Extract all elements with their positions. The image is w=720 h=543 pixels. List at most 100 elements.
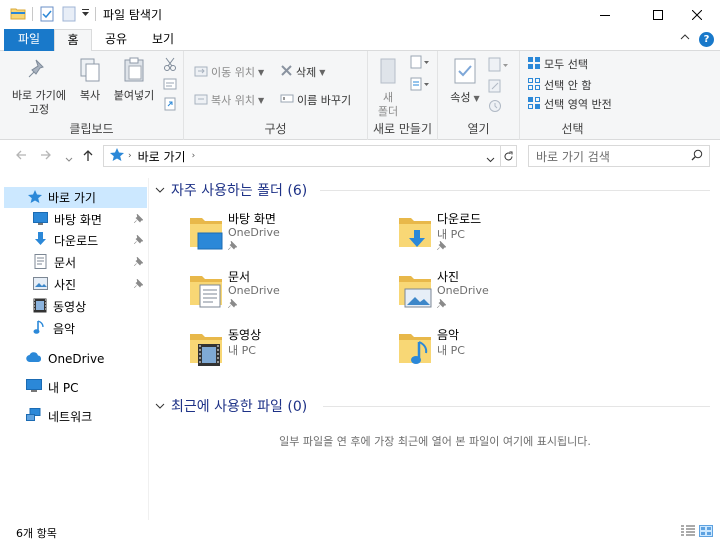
help-icon[interactable]: ? (699, 32, 714, 47)
rename-button[interactable]: 이름 바꾸기 (280, 91, 351, 109)
copy-button[interactable]: 복사 (75, 57, 105, 103)
folder-tile-pictures[interactable]: 사진 OneDrive (397, 268, 597, 316)
open-icon[interactable] (488, 57, 510, 76)
forward-arrow-icon[interactable] (40, 149, 52, 165)
pictures-folder-icon (397, 270, 433, 311)
new-folder-button[interactable]: 새 폴더 (374, 57, 402, 119)
delete-icon (280, 64, 293, 80)
folder-tile-music[interactable]: 음악 내 PC (397, 326, 597, 374)
organize-group: 이동 위치 ▼ 복사 위치 ▼ 삭제 ▼ 이름 바꾸기 구성 (184, 51, 368, 140)
back-arrow-icon[interactable] (15, 149, 27, 165)
pin-icon (227, 298, 238, 311)
documents-folder-icon (188, 270, 224, 311)
edit-icon[interactable] (488, 79, 502, 96)
onedrive-cloud-icon (26, 351, 42, 366)
search-input[interactable]: 바로 가기 검색 (528, 145, 710, 167)
copy-to-button[interactable]: 복사 위치 ▼ (194, 91, 264, 109)
new-folder-quick-icon[interactable] (62, 6, 76, 22)
rename-icon (280, 92, 294, 108)
delete-label: 삭제 (296, 66, 317, 79)
select-all-icon (527, 56, 541, 73)
select-none-button[interactable]: 선택 안 함 (527, 76, 591, 94)
quick-access-star-icon (28, 189, 42, 206)
nav-item-downloads[interactable]: 다운로드 (4, 230, 147, 251)
close-button[interactable] (674, 0, 720, 29)
paste-shortcut-icon[interactable] (163, 97, 177, 114)
pictures-icon (33, 276, 48, 293)
nav-item-network[interactable]: 네트워크 (4, 406, 147, 427)
documents-icon (33, 253, 48, 272)
rename-label: 이름 바꾸기 (297, 94, 352, 107)
move-to-button[interactable]: 이동 위치 ▼ (194, 63, 264, 81)
select-group-label: 선택 (561, 122, 584, 136)
nav-item-pictures[interactable]: 사진 (4, 274, 147, 295)
folder-app-icon (10, 6, 26, 20)
search-icon (691, 149, 703, 164)
paste-button[interactable]: 붙여넣기 (110, 57, 158, 103)
status-bar: 6개 항목 (0, 520, 720, 543)
folder-tile-desktop[interactable]: 바탕 화면 OneDrive (188, 210, 388, 258)
nav-item-documents[interactable]: 문서 (4, 252, 147, 273)
properties-quick-icon[interactable] (40, 6, 54, 22)
folder-location: OneDrive (228, 226, 280, 239)
desktop-icon (33, 211, 48, 228)
network-icon (26, 408, 42, 425)
title-bar: 파일 탐색기 (0, 0, 720, 29)
nav-item-music[interactable]: 음악 (4, 318, 147, 339)
details-view-icon[interactable] (681, 525, 695, 537)
tab-file[interactable]: 파일 (4, 29, 54, 51)
copy-to-icon (194, 92, 208, 109)
history-icon[interactable] (488, 99, 502, 116)
pin-to-quick-access-button[interactable]: 바로 가기에 고정 (6, 57, 72, 117)
select-all-button[interactable]: 모두 선택 (527, 55, 588, 73)
file-explorer-window: 파일 탐색기 파일 홈 공유 보기 ? 바로 가기에 고정 복사 붙여넣기 클립… (0, 0, 720, 543)
folder-name: 동영상 (228, 328, 262, 342)
close-icon (692, 9, 702, 20)
address-bar[interactable]: › 바로 가기 › (103, 145, 501, 167)
nav-item-desktop[interactable]: 바탕 화면 (4, 209, 147, 230)
nav-item-videos[interactable]: 동영상 (4, 296, 147, 317)
up-arrow-icon[interactable] (82, 149, 94, 166)
music-note-icon (33, 319, 47, 338)
large-icons-view-icon[interactable] (699, 525, 713, 537)
folder-name: 문서 (228, 270, 251, 284)
tab-share[interactable]: 공유 (96, 29, 136, 51)
pin-icon (133, 213, 144, 226)
recent-files-header[interactable]: 최근에 사용한 파일 (0) (155, 396, 710, 416)
cut-icon[interactable] (163, 57, 177, 74)
refresh-button[interactable] (501, 145, 517, 167)
tab-home[interactable]: 홈 (54, 29, 92, 52)
nav-item-onedrive[interactable]: OneDrive (4, 348, 147, 369)
breadcrumb-root[interactable]: 바로 가기 (138, 148, 186, 165)
new-item-icon[interactable] (410, 55, 430, 72)
section-title: 자주 사용하는 폴더 (6) (171, 183, 308, 199)
section-divider (323, 406, 710, 407)
open-group: 속성 ▼ 열기 (438, 51, 520, 140)
frequent-folders-header[interactable]: 자주 사용하는 폴더 (6) (155, 180, 710, 200)
section-title: 최근에 사용한 파일 (0) (171, 399, 308, 415)
tab-view[interactable]: 보기 (143, 29, 183, 51)
desktop-folder-icon (188, 212, 224, 253)
minimize-button[interactable] (582, 0, 628, 29)
downloads-folder-icon (397, 212, 433, 253)
select-none-icon (527, 77, 541, 94)
folder-tile-videos[interactable]: 동영상 내 PC (188, 326, 388, 374)
invert-selection-button[interactable]: 선택 영역 반전 (527, 95, 612, 113)
delete-button[interactable]: 삭제 ▼ (280, 63, 325, 81)
properties-button[interactable]: 속성 ▼ (448, 57, 482, 106)
copy-path-icon[interactable] (163, 77, 177, 94)
chevron-down-icon (155, 400, 165, 413)
folder-tile-documents[interactable]: 문서 OneDrive (188, 268, 388, 316)
nav-item-label: 바로 가기 (48, 191, 96, 205)
nav-item-quick-access[interactable]: 바로 가기 (4, 187, 147, 208)
quick-access-toolbar-dropdown-icon[interactable] (81, 9, 90, 18)
nav-item-this-pc[interactable]: 내 PC (4, 377, 147, 398)
new-folder-label-line1: 새 (382, 91, 394, 104)
recent-locations-icon[interactable] (65, 152, 73, 167)
easy-access-icon[interactable] (410, 77, 430, 94)
folder-tile-downloads[interactable]: 다운로드 내 PC (397, 210, 597, 258)
address-dropdown-icon[interactable] (486, 152, 495, 166)
ribbon-collapse-icon[interactable] (680, 31, 690, 44)
refresh-icon (504, 151, 513, 160)
breadcrumb-chevron-icon[interactable]: › (192, 151, 196, 161)
